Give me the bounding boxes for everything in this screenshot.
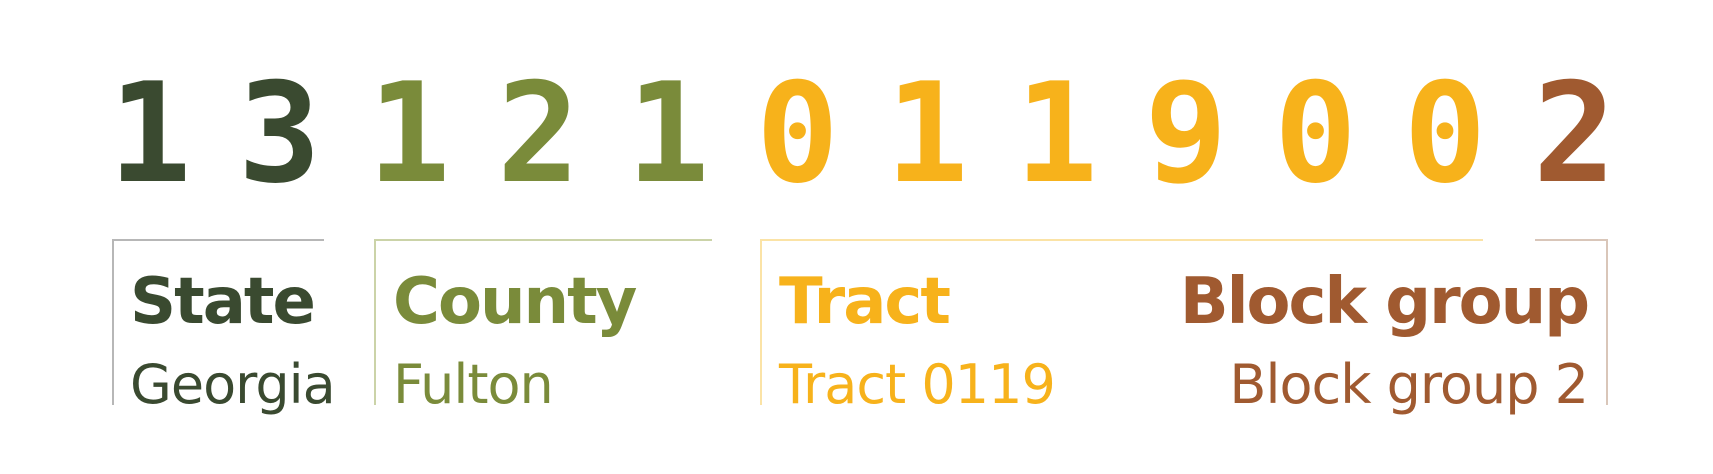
geoid-digit-2: 3 <box>238 53 321 214</box>
tract-value: Tract 0119 <box>778 353 1055 416</box>
geoid-digit-11: 0 <box>1403 53 1486 214</box>
county-value: Fulton <box>393 353 553 416</box>
block-group-segment: Block group Block group 2 <box>1180 239 1608 416</box>
tract-heading: Tract <box>779 265 950 339</box>
geoid-digit-3: 1 <box>367 53 450 214</box>
geoid-digit-6: 0 <box>756 53 839 214</box>
county-heading: County <box>393 265 637 339</box>
state-value: Georgia <box>130 353 335 416</box>
geoid-diagram: 131210119002 State Georgia County Fulton… <box>108 53 1616 416</box>
geoid-digit-7: 1 <box>885 53 968 214</box>
state-heading: State <box>130 265 314 339</box>
geoid-digit-10: 0 <box>1274 53 1357 214</box>
geoid-digit-5: 1 <box>626 53 709 214</box>
geoid-digits: 131210119002 <box>108 53 1616 214</box>
geoid-digit-8: 1 <box>1015 53 1098 214</box>
block-group-heading: Block group <box>1180 265 1588 339</box>
geoid-digit-1: 1 <box>108 53 191 214</box>
county-segment: County Fulton <box>374 239 712 416</box>
geoid-digit-9: 9 <box>1144 53 1227 214</box>
geoid-digit-12: 2 <box>1533 53 1616 214</box>
block-group-value: Block group 2 <box>1229 353 1588 416</box>
geoid-digit-4: 2 <box>497 53 580 214</box>
state-segment: State Georgia <box>112 239 336 416</box>
